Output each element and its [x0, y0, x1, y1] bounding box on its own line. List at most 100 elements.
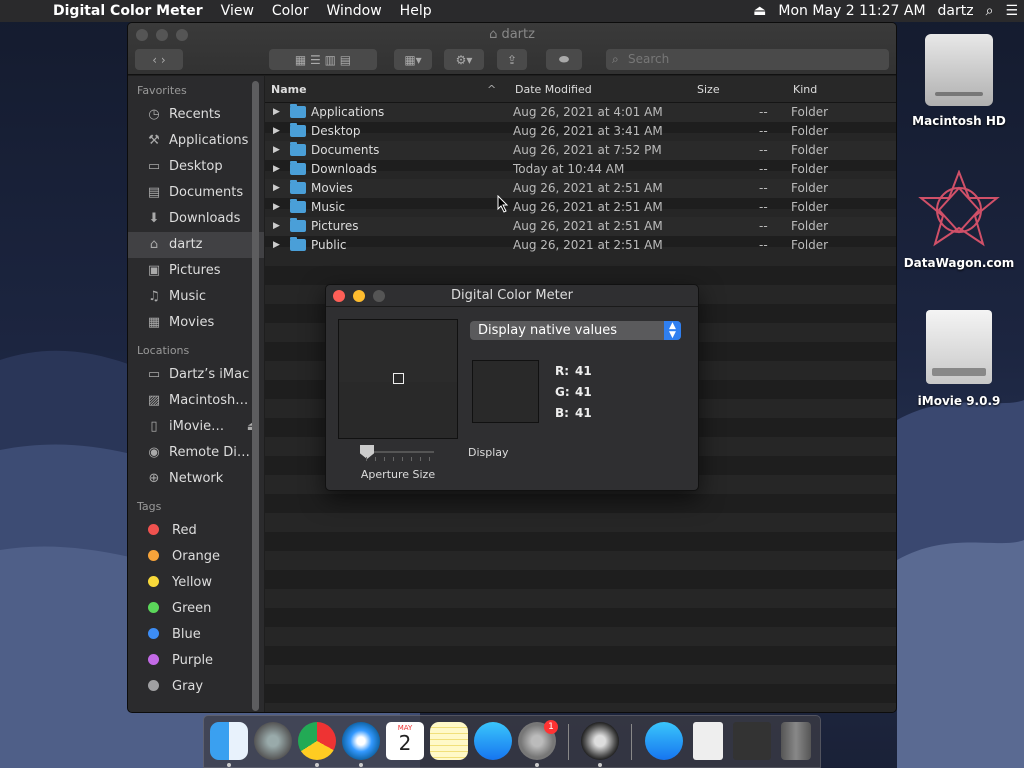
- sidebar-section-locations: Locations: [137, 344, 190, 357]
- menu-color[interactable]: Color: [263, 3, 318, 19]
- finder-sidebar: Favorites ◷ Recents ⚒ Applications ▭ Deskto…: [128, 76, 264, 712]
- app-store-icon[interactable]: [474, 722, 512, 760]
- sidebar-tag-green[interactable]: Green: [128, 596, 264, 622]
- disclosure-triangle-icon[interactable]: ▶: [273, 164, 280, 174]
- disclosure-triangle-icon[interactable]: ▶: [273, 145, 280, 155]
- column-date-modified[interactable]: Date Modified: [515, 83, 592, 96]
- table-row[interactable]: ▶ Downloads Today at 10:44 AM -- Folder: [265, 160, 896, 179]
- table-row[interactable]: ▶ Desktop Aug 26, 2021 at 3:41 AM -- Folder: [265, 122, 896, 141]
- document-icon[interactable]: [693, 722, 723, 760]
- menu-window[interactable]: Window: [317, 3, 390, 19]
- menu-bar: Digital Color Meter View Color Window He…: [0, 0, 1024, 22]
- finder-icon[interactable]: [210, 722, 248, 760]
- desktop-icon-imovie[interactable]: iMovie 9.0.9: [906, 310, 1012, 408]
- table-row[interactable]: ▶ Pictures Aug 26, 2021 at 2:51 AM -- Folder: [265, 217, 896, 236]
- calendar-icon[interactable]: MAY 2: [386, 722, 424, 760]
- disk-icon: ▨: [147, 393, 161, 408]
- column-size[interactable]: Size: [697, 83, 720, 96]
- display-mode-popup[interactable]: Display native values ▲ ▼: [470, 321, 681, 340]
- notes-icon[interactable]: [430, 722, 468, 760]
- table-row[interactable]: ▶ Music Aug 26, 2021 at 2:51 AM -- Folder: [265, 198, 896, 217]
- search-field[interactable]: ⌕ Search: [606, 49, 889, 70]
- table-row[interactable]: ▶ Applications Aug 26, 2021 at 4:01 AM -- Fo…: [265, 103, 896, 122]
- tag-button[interactable]: ⬬: [546, 49, 582, 70]
- dock-separator: [568, 724, 569, 760]
- running-indicator: [535, 763, 539, 767]
- sidebar-item-network[interactable]: ⊕ Network: [128, 466, 264, 492]
- table-row[interactable]: ▶ Documents Aug 26, 2021 at 7:52 PM -- Folde…: [265, 141, 896, 160]
- sidebar-item-downloads[interactable]: ⬇ Downloads: [128, 206, 264, 232]
- tag-dot-gray: [148, 680, 159, 691]
- chrome-icon[interactable]: [298, 722, 336, 760]
- notification-center-icon[interactable]: ☰: [999, 3, 1024, 19]
- menu-app-name[interactable]: Digital Color Meter: [44, 3, 212, 19]
- disclosure-triangle-icon[interactable]: ▶: [273, 202, 280, 212]
- safari-icon[interactable]: [342, 722, 380, 760]
- sidebar-item-music[interactable]: ♫ Music: [128, 284, 264, 310]
- sidebar-item-dartz[interactable]: ⌂ dartz: [128, 232, 264, 258]
- disclosure-triangle-icon[interactable]: ▶: [273, 183, 280, 193]
- group-button[interactable]: ▦▾: [394, 49, 432, 70]
- menu-help[interactable]: Help: [391, 3, 441, 19]
- menu-view[interactable]: View: [212, 3, 263, 19]
- running-indicator: [359, 763, 363, 767]
- digital-color-meter-icon[interactable]: [581, 722, 619, 760]
- disclosure-triangle-icon[interactable]: ▶: [273, 221, 280, 231]
- sidebar-tag-gray[interactable]: Gray: [128, 674, 264, 700]
- sidebar-item-imovie[interactable]: ▯iMovie…⏏: [128, 414, 264, 440]
- disclosure-triangle-icon[interactable]: ▶: [273, 107, 280, 117]
- sidebar-item-applications[interactable]: ⚒ Applications: [128, 128, 264, 154]
- sort-chevron-icon[interactable]: ^: [487, 83, 496, 96]
- color-swatch: [472, 360, 539, 423]
- desktop-icon-datawagon[interactable]: DataWagon.com: [896, 170, 1022, 270]
- folder-icon: [290, 142, 306, 156]
- remote-disc-icon: ◉: [148, 445, 160, 460]
- documents-icon: ▤: [147, 185, 161, 200]
- sidebar-tag-orange[interactable]: Orange: [128, 544, 264, 570]
- finder-titlebar: ⌂ dartz ‹ › ▦ ☰ ▥ ▤ ▦▾ ⚙▾ ⇪ ⬬ ⌕ Search: [128, 23, 896, 75]
- column-kind[interactable]: Kind: [793, 83, 817, 96]
- file-rows: ▶ Applications Aug 26, 2021 at 4:01 AM -- Fo…: [265, 103, 896, 255]
- sidebar-item-desktop[interactable]: ▭ Desktop: [128, 154, 264, 180]
- disk-image-icon: ▯: [150, 419, 158, 434]
- sidebar-tag-red[interactable]: Red: [128, 518, 264, 544]
- table-row[interactable]: ▶ Public Aug 26, 2021 at 2:51 AM -- Folder: [265, 236, 896, 255]
- downloads-icon: ⬇: [148, 211, 160, 226]
- minimize-button[interactable]: [353, 290, 365, 302]
- dcm-title: Digital Color Meter: [450, 288, 574, 303]
- dcm-titlebar: Digital Color Meter: [326, 285, 698, 307]
- recents-icon: ◷: [148, 107, 160, 122]
- table-row[interactable]: ▶ Movies Aug 26, 2021 at 2:51 AM -- Folder: [265, 179, 896, 198]
- disclosure-triangle-icon[interactable]: ▶: [273, 126, 280, 136]
- sidebar-item-recents[interactable]: ◷ Recents: [128, 102, 264, 128]
- disclosure-triangle-icon[interactable]: ▶: [273, 240, 280, 250]
- sidebar-section-tags: Tags: [137, 500, 162, 513]
- menu-clock[interactable]: Mon May 2 11:27 AM: [772, 3, 931, 19]
- app-store-downloads-icon[interactable]: [645, 722, 683, 760]
- share-button[interactable]: ⇪: [497, 49, 527, 70]
- column-name[interactable]: Name: [271, 83, 307, 96]
- sidebar-item-remote-disc[interactable]: ◉ Remote Di…: [128, 440, 264, 466]
- home-icon: ⌂: [149, 237, 159, 252]
- spotlight-search-icon[interactable]: ⌕: [980, 3, 1000, 19]
- sidebar-item-documents[interactable]: ▤ Documents: [128, 180, 264, 206]
- sidebar-item-movies[interactable]: ▦ Movies: [128, 310, 264, 336]
- eject-icon[interactable]: ⏏: [747, 3, 772, 19]
- screenshot-icon[interactable]: [733, 722, 771, 760]
- desktop-icon-macintosh-hd[interactable]: Macintosh HD: [906, 34, 1012, 128]
- sidebar-tag-yellow[interactable]: Yellow: [128, 570, 264, 596]
- launchpad-icon[interactable]: [254, 722, 292, 760]
- sidebar-scrollbar[interactable]: [252, 81, 259, 711]
- back-forward-buttons[interactable]: ‹ ›: [135, 49, 183, 70]
- blue-value-row: B: 41: [555, 406, 592, 420]
- view-mode-buttons[interactable]: ▦ ☰ ▥ ▤: [269, 49, 377, 70]
- sidebar-tag-purple[interactable]: Purple: [128, 648, 264, 674]
- action-gear-icon[interactable]: ⚙▾: [444, 49, 484, 70]
- trash-icon[interactable]: [781, 722, 811, 760]
- sidebar-item-pictures[interactable]: ▣ Pictures: [128, 258, 264, 284]
- sidebar-tag-blue[interactable]: Blue: [128, 622, 264, 648]
- close-button[interactable]: [333, 290, 345, 302]
- sidebar-item-imac[interactable]: ▭ Dartz’s iMac: [128, 362, 264, 388]
- menu-user[interactable]: dartz: [932, 3, 980, 19]
- sidebar-item-macintosh-hd[interactable]: ▨ Macintosh…: [128, 388, 264, 414]
